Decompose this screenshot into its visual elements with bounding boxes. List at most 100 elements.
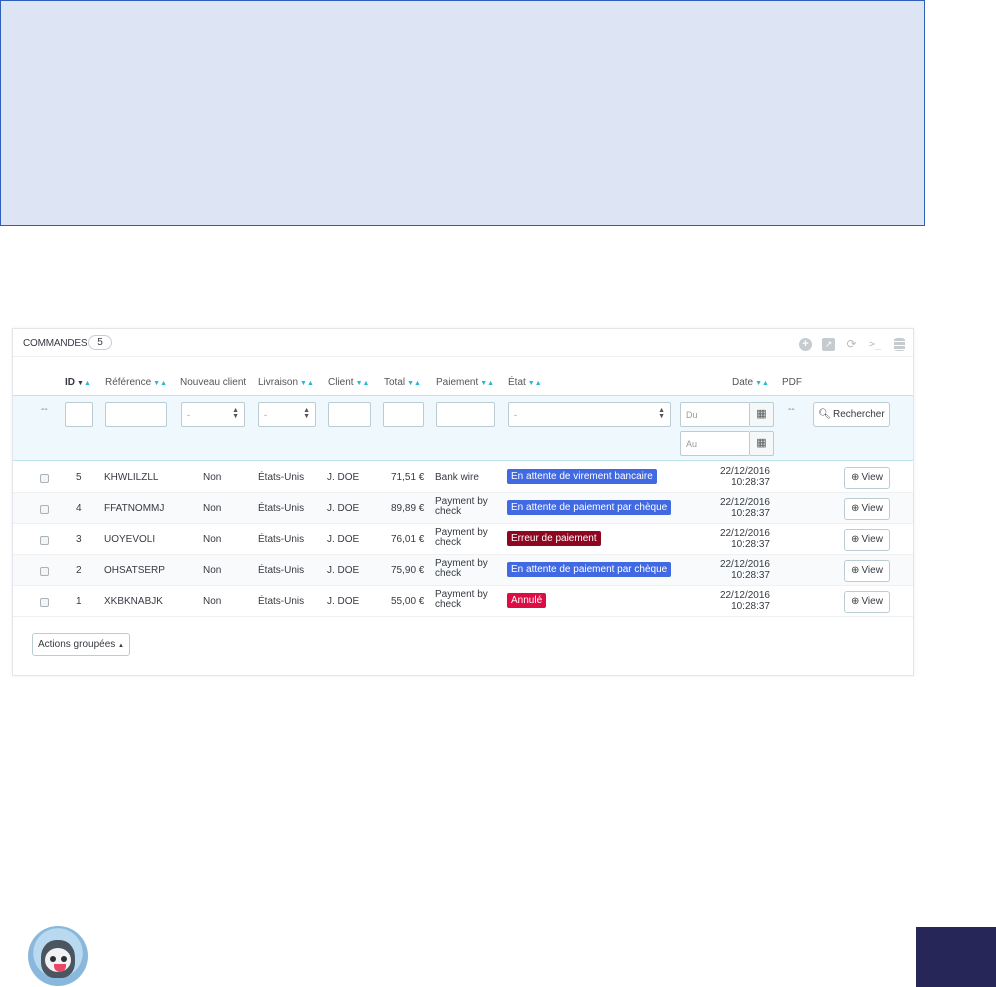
status-badge: En attente de virement bancaire (507, 469, 657, 484)
view-button[interactable]: ⊕ View (844, 467, 890, 489)
order-date: 22/12/2016 10:28:37 (719, 590, 770, 612)
calendar-icon[interactable]: ▦ (750, 431, 774, 456)
column-header-id[interactable]: ID ▼▲ (65, 377, 91, 388)
sort-icon[interactable]: ▼▲ (153, 380, 167, 387)
zoom-icon: ⊕ (851, 565, 860, 576)
filter-id-input[interactable] (65, 402, 93, 427)
column-header-client[interactable]: Client ▼▲ (328, 377, 369, 388)
filter-total-input[interactable] (383, 402, 424, 427)
status-badge: En attente de paiement par chèque (507, 500, 672, 515)
filter-empty: -- (41, 404, 48, 415)
sort-icon[interactable]: ▼▲ (755, 380, 769, 387)
filter-pdf-empty: -- (788, 404, 795, 415)
order-total: 76,01 € (391, 534, 425, 545)
order-delivery: États-Unis (258, 565, 305, 576)
sort-icon[interactable]: ▼▲ (528, 380, 542, 387)
table-row[interactable]: 2 OHSATSERP Non États-Unis J. DOE 75,90 … (13, 555, 913, 586)
order-new-client: Non (203, 596, 222, 607)
order-date: 22/12/2016 10:28:37 (719, 466, 770, 488)
search-button[interactable]: 🔍︎ Rechercher (813, 402, 890, 427)
order-delivery: États-Unis (258, 534, 305, 545)
calendar-icon[interactable]: ▦ (750, 402, 774, 427)
view-button[interactable]: ⊕ View (844, 560, 890, 582)
order-total: 55,00 € (391, 596, 425, 607)
refresh-icon[interactable]: ⟳ (845, 338, 858, 351)
caret-up-icon: ▲ (118, 643, 124, 649)
select-arrows-icon: ▲ ▼ (232, 407, 239, 420)
select-arrows-icon: ▲ ▼ (658, 407, 665, 420)
add-icon[interactable]: + (799, 338, 812, 351)
order-date: 22/12/2016 10:28:37 (719, 497, 770, 519)
column-header-reference[interactable]: Référence ▼▲ (105, 377, 167, 388)
order-id: 2 (76, 565, 82, 576)
database-icon[interactable] (894, 338, 905, 351)
order-id: 3 (76, 534, 82, 545)
order-delivery: États-Unis (258, 472, 305, 483)
export-icon[interactable]: ↗ (822, 338, 835, 351)
filter-delivery-select[interactable]: - ▲ ▼ (258, 402, 316, 427)
sort-icon[interactable]: ▼▲ (300, 380, 314, 387)
select-arrows-icon: ▲ ▼ (303, 407, 310, 420)
panel-title: COMMANDES (23, 338, 88, 349)
status-badge: En attente de paiement par chèque (507, 562, 672, 577)
table-row[interactable]: 5 KHWLILZLL Non États-Unis J. DOE 71,51 … (13, 462, 913, 493)
column-header-date[interactable]: Date ▼▲ (732, 377, 769, 388)
column-header-state[interactable]: État ▼▲ (508, 377, 542, 388)
row-checkbox[interactable] (40, 505, 49, 514)
table-row[interactable]: 4 FFATNOMMJ Non États-Unis J. DOE 89,89 … (13, 493, 913, 524)
top-banner-placeholder (0, 0, 925, 226)
order-reference: OHSATSERP (104, 565, 165, 576)
filter-state-select[interactable]: - ▲ ▼ (508, 402, 671, 427)
order-total: 75,90 € (391, 565, 425, 576)
order-client: J. DOE (327, 503, 360, 514)
row-checkbox[interactable] (40, 474, 49, 483)
column-header-delivery[interactable]: Livraison ▼▲ (258, 377, 314, 388)
row-checkbox[interactable] (40, 567, 49, 576)
order-new-client: Non (203, 503, 222, 514)
orders-panel: COMMANDES 5 + ↗ ⟳ >_ ID ▼▲ Référence ▼▲ No… (12, 328, 914, 676)
order-date: 22/12/2016 10:28:37 (719, 559, 770, 581)
order-payment: Payment by check (435, 496, 488, 517)
order-reference: XKBKNABJK (104, 596, 163, 607)
filter-payment-input[interactable] (436, 402, 495, 427)
order-client: J. DOE (327, 534, 360, 545)
zoom-icon: ⊕ (851, 534, 860, 545)
order-client: J. DOE (327, 596, 360, 607)
order-payment: Payment by check (435, 527, 488, 548)
sql-icon[interactable]: >_ (866, 338, 884, 351)
view-button[interactable]: ⊕ View (844, 529, 890, 551)
table-row[interactable]: 1 XKBKNABJK Non États-Unis J. DOE 55,00 … (13, 586, 913, 617)
filter-row: -- - ▲ ▼ - ▲ ▼ - ▲ ▼ Du ▦ Au ▦ -- 🔍︎ Rechercher (13, 395, 913, 461)
filter-date-from-input[interactable]: Du (680, 402, 750, 427)
order-new-client: Non (203, 565, 222, 576)
order-delivery: États-Unis (258, 503, 305, 514)
order-delivery: États-Unis (258, 596, 305, 607)
order-payment: Payment by check (435, 558, 488, 579)
filter-date-to-input[interactable]: Au (680, 431, 750, 456)
order-count-badge: 5 (88, 335, 112, 350)
sort-icon[interactable]: ▼▲ (480, 380, 494, 387)
order-id: 4 (76, 503, 82, 514)
order-total: 71,51 € (391, 472, 425, 483)
row-checkbox[interactable] (40, 536, 49, 545)
filter-new-client-select[interactable]: - ▲ ▼ (181, 402, 245, 427)
order-id: 5 (76, 472, 82, 483)
column-header-total[interactable]: Total ▼▲ (384, 377, 421, 388)
sort-icon[interactable]: ▼▲ (77, 380, 91, 387)
panel-header: COMMANDES 5 + ↗ ⟳ >_ (13, 329, 913, 357)
view-button[interactable]: ⊕ View (844, 591, 890, 613)
order-client: J. DOE (327, 565, 360, 576)
bulk-actions-button[interactable]: Actions groupées ▲ (32, 633, 130, 656)
sort-icon[interactable]: ▼▲ (356, 380, 370, 387)
view-button[interactable]: ⊕ View (844, 498, 890, 520)
column-header-payment[interactable]: Paiement ▼▲ (436, 377, 494, 388)
zoom-icon: ⊕ (851, 596, 860, 607)
filter-reference-input[interactable] (105, 402, 167, 427)
table-row[interactable]: 3 UOYEVOLI Non États-Unis J. DOE 76,01 €… (13, 524, 913, 555)
order-date: 22/12/2016 10:28:37 (719, 528, 770, 550)
order-reference: KHWLILZLL (104, 472, 159, 483)
sort-icon[interactable]: ▼▲ (407, 380, 421, 387)
filter-client-input[interactable] (328, 402, 371, 427)
corner-block (916, 927, 996, 987)
row-checkbox[interactable] (40, 598, 49, 607)
